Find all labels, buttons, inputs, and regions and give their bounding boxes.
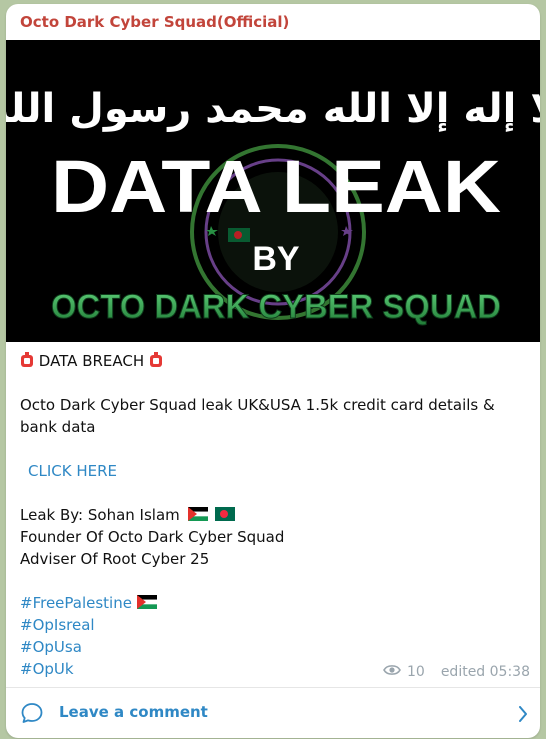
alert-text: DATA BREACH bbox=[38, 352, 145, 370]
founder-text: Founder Of Octo Dark Cyber Squad bbox=[20, 528, 285, 546]
palestine-flag-icon bbox=[187, 505, 208, 521]
bangladesh-flag-icon bbox=[215, 505, 236, 521]
adviser-text: Adviser Of Root Cyber 25 bbox=[20, 550, 210, 568]
hashtag-op-isreal[interactable]: #OpIsreal bbox=[20, 616, 95, 634]
hashtag-op-usa[interactable]: #OpUsa bbox=[20, 638, 82, 656]
banner-group-name: OCTO DARK CYBER SQUAD bbox=[51, 288, 501, 326]
leak-by-line: Leak By: Sohan Islam bbox=[20, 504, 530, 526]
message-body: DATA BREACH Octo Dark Cyber Squad leak U… bbox=[20, 350, 530, 680]
eye-icon bbox=[383, 664, 401, 680]
hashtag-free-palestine[interactable]: #FreePalestine bbox=[20, 594, 132, 612]
comment-icon bbox=[20, 701, 44, 729]
hashtag-op-uk[interactable]: #OpUk bbox=[20, 660, 74, 678]
view-count: 10 bbox=[406, 664, 425, 680]
palestine-flag-icon bbox=[136, 593, 157, 609]
siren-icon bbox=[149, 352, 163, 368]
channel-name[interactable]: Octo Dark Cyber Squad(Official) bbox=[20, 13, 289, 31]
comment-label: Leave a comment bbox=[59, 703, 208, 721]
banner-by: BY bbox=[252, 240, 300, 278]
siren-icon bbox=[20, 352, 34, 368]
chevron-right-icon bbox=[518, 706, 528, 726]
leak-by-text: Leak By: Sohan Islam bbox=[20, 506, 180, 524]
leak-description: Octo Dark Cyber Squad leak UK&USA 1.5k c… bbox=[20, 396, 495, 436]
message-card: Octo Dark Cyber Squad(Official) لا إله إ… bbox=[6, 4, 540, 738]
banner-graphic: لا إله إلا الله محمد رسول الله DATA LEAK… bbox=[6, 40, 540, 342]
message-meta: 10 edited 05:38 bbox=[383, 664, 530, 680]
alert-line: DATA BREACH bbox=[20, 350, 530, 372]
leave-comment-button[interactable]: Leave a comment bbox=[6, 688, 540, 738]
banner-headline: DATA LEAK bbox=[51, 145, 501, 228]
click-here-link[interactable]: CLICK HERE bbox=[20, 462, 117, 480]
edited-time: edited 05:38 bbox=[440, 664, 530, 680]
banner-arabic-text: لا إله إلا الله محمد رسول الله bbox=[6, 86, 540, 132]
banner-image[interactable]: لا إله إلا الله محمد رسول الله DATA LEAK… bbox=[6, 40, 540, 342]
